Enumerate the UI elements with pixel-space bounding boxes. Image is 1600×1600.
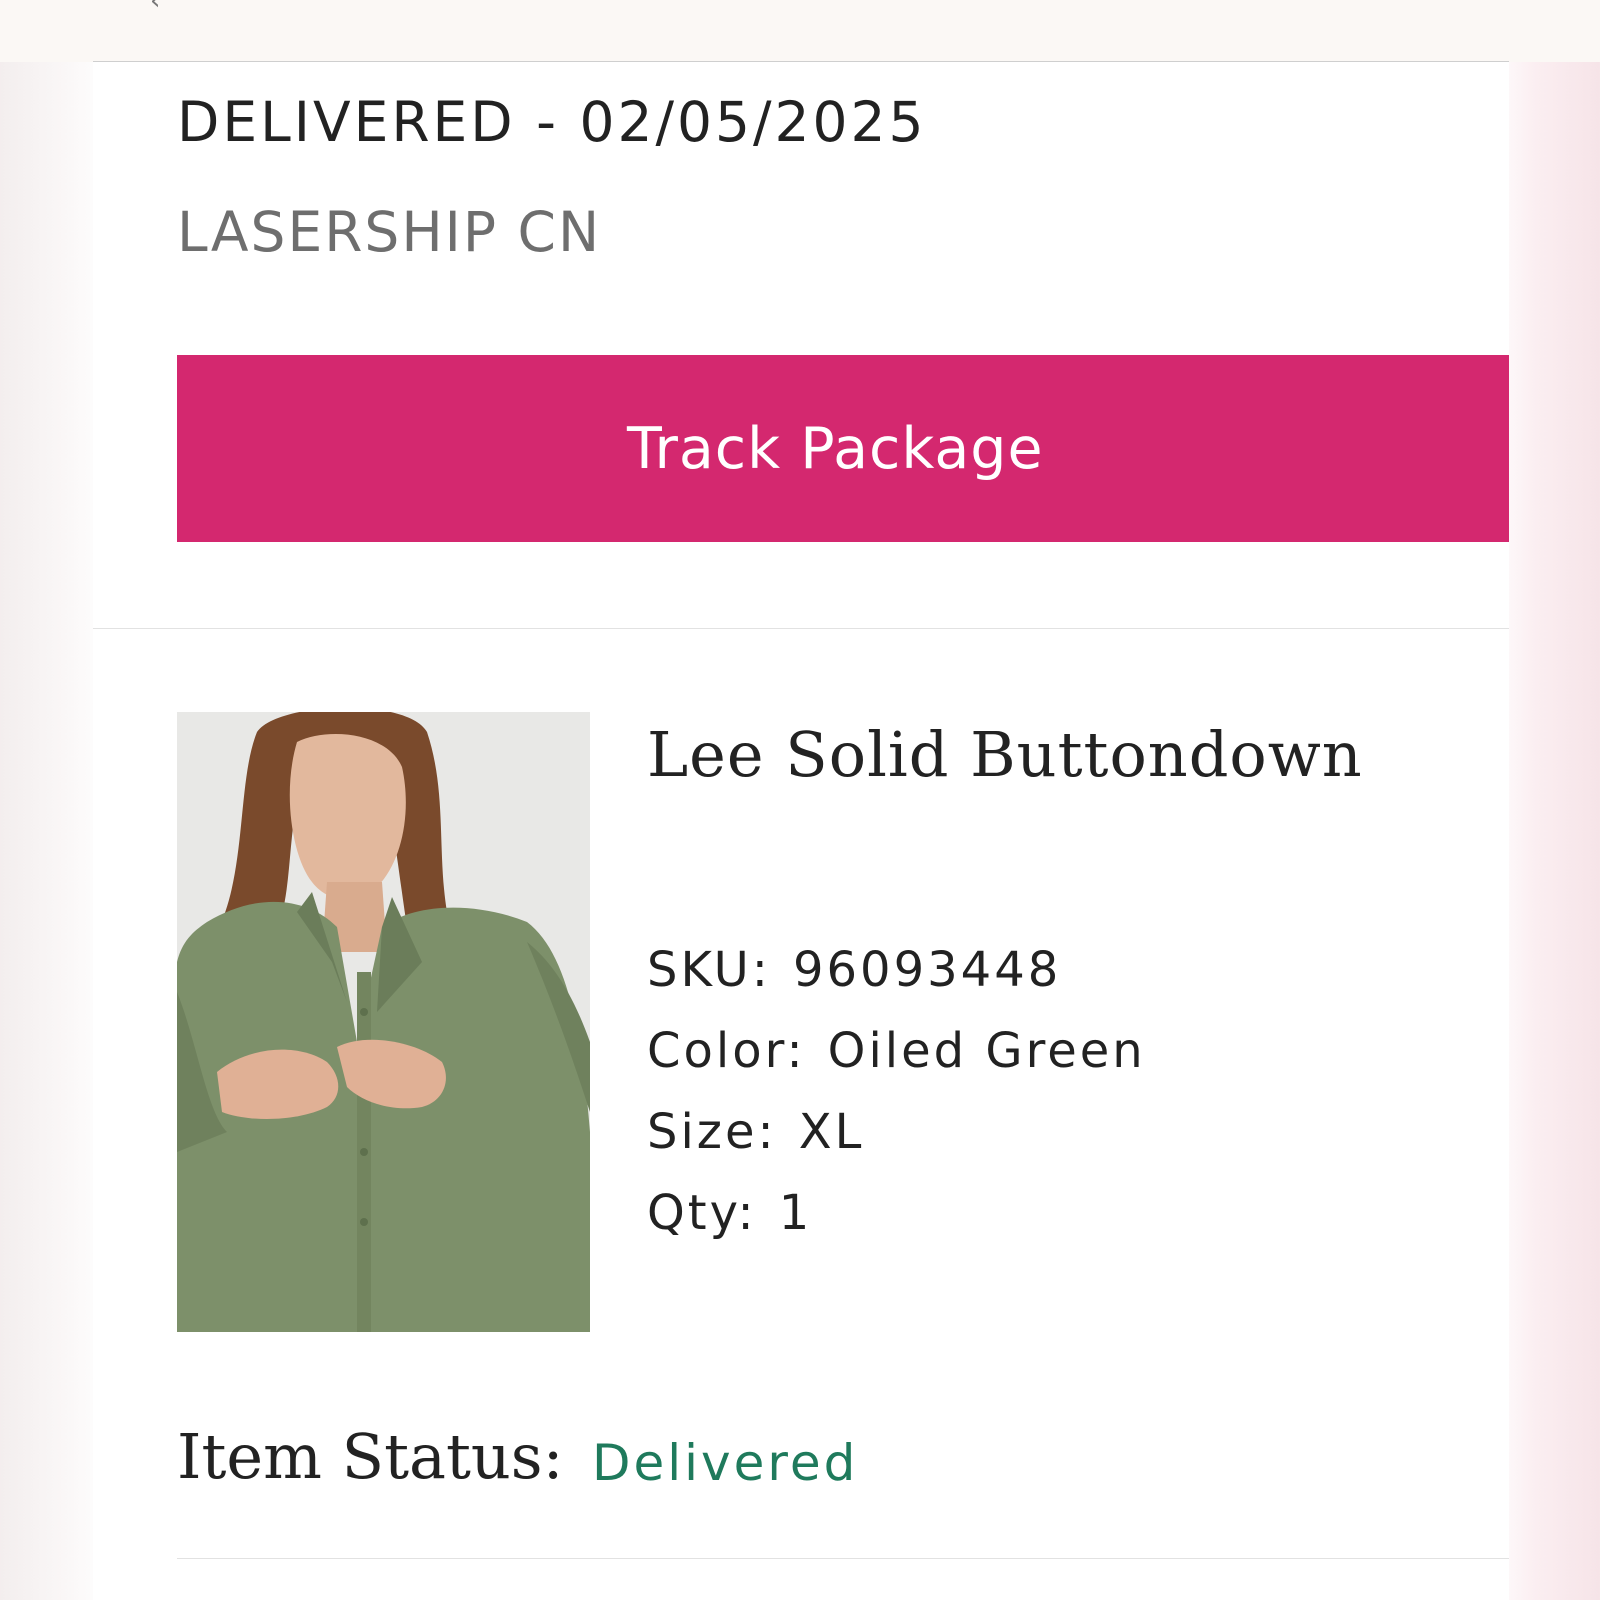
bottom-divider — [177, 1558, 1509, 1559]
chevron-left-icon[interactable]: ‹ — [150, 0, 160, 16]
color-value: Oiled Green — [827, 1023, 1146, 1079]
sku-label: SKU: — [647, 942, 771, 998]
item-status-value: Delivered — [592, 1434, 859, 1492]
order-shipment-card: DELIVERED - 02/05/2025 LASERSHIP CN Trac… — [93, 61, 1509, 1600]
size-row: Size: XL — [647, 1104, 864, 1160]
product-image[interactable] — [177, 712, 590, 1332]
sku-row: SKU: 96093448 — [647, 942, 1061, 998]
top-header-strip: ‹ — [0, 0, 1600, 62]
size-value: XL — [798, 1104, 865, 1160]
item-status-label: Item Status: — [177, 1420, 564, 1493]
qty-label: Qty: — [647, 1185, 757, 1241]
qty-row: Qty: 1 — [647, 1185, 812, 1241]
qty-value: 1 — [778, 1185, 813, 1241]
section-divider — [93, 628, 1509, 629]
sku-value: 96093448 — [792, 942, 1062, 998]
shipment-carrier: LASERSHIP CN — [177, 200, 602, 264]
size-label: Size: — [647, 1104, 777, 1160]
track-package-button[interactable]: Track Package — [177, 355, 1509, 542]
color-row: Color: Oiled Green — [647, 1023, 1146, 1079]
product-name[interactable]: Lee Solid Buttondown — [647, 718, 1363, 791]
color-label: Color: — [647, 1023, 806, 1079]
shipment-status-date: DELIVERED - 02/05/2025 — [177, 90, 927, 154]
